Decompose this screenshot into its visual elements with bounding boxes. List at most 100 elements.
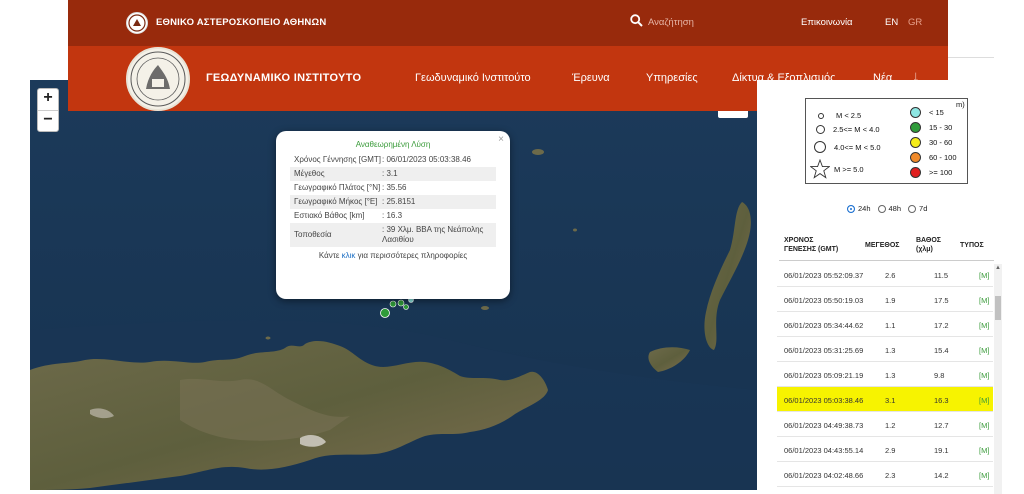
depth-color-icon — [910, 167, 921, 178]
contact-link[interactable]: Επικοινωνία — [801, 17, 853, 28]
legend-depth-5: >= 100 — [910, 167, 952, 178]
cell-time: 06/01/2023 05:31:25.69 — [784, 346, 864, 355]
header-depth[interactable]: ΒΑΘΟΣ (χλμ) — [916, 236, 941, 254]
time-range-filter: 24h 48h 7d — [847, 204, 927, 213]
table-row[interactable]: 06/01/2023 05:50:19.03 1.9 17.5 [M] — [777, 287, 993, 312]
search-icon[interactable] — [630, 14, 643, 32]
more-info-link[interactable]: κλικ — [342, 251, 356, 260]
header-magnitude[interactable]: ΜΕΓΕΘΟΣ — [865, 241, 899, 250]
cell-depth: 17.5 — [934, 296, 949, 305]
legend-mag-label: 2.5<= M < 4.0 — [833, 125, 880, 134]
popup-title: Αναθεωρημένη Λύση — [355, 140, 431, 149]
zoom-in-button[interactable]: + — [38, 89, 58, 110]
cell-depth: 14.2 — [934, 471, 949, 480]
cell-magnitude: 1.3 — [885, 371, 896, 380]
table-row[interactable]: 06/01/2023 05:34:44.62 1.1 17.2 [M] — [777, 312, 993, 337]
table-row[interactable]: 06/01/2023 04:02:48.66 2.3 14.2 [M] — [777, 462, 993, 487]
legend-mag-label: 4.0<= M < 5.0 — [834, 142, 881, 152]
legend-depth-label: < 15 — [929, 108, 944, 117]
cell-type: [M] — [979, 421, 990, 430]
institute-name[interactable]: ΓΕΩΔΥΝΑΜΙΚΟ ΙΝΣΤΙΤΟΥΤΟ — [206, 72, 361, 84]
cell-time: 06/01/2023 05:52:09.37 — [784, 271, 864, 280]
zoom-out-button[interactable]: − — [38, 110, 58, 131]
earthquake-list: 06/01/2023 05:52:09.37 2.6 11.5 [M] 06/01/2… — [777, 262, 993, 494]
popup-footer-prefix: Κάντε — [318, 251, 342, 260]
legend-corner-label: m) — [956, 100, 965, 109]
cell-magnitude: 3.1 — [885, 396, 896, 405]
popup-value: : 39 Χλμ. ΒΒΑ της Νεάπολης Λασιθίου — [382, 225, 484, 244]
cell-magnitude: 1.3 — [885, 346, 896, 355]
page: + − × Αναθεωρημένη Λύση Χρόνος Γέννησης … — [0, 0, 1024, 494]
circle-small-icon — [818, 112, 824, 119]
cell-type: [M] — [979, 371, 990, 380]
header-origin-time[interactable]: ΧΡΟΝΟΣ ΓΕΝΕΣΗΣ (GMT) — [784, 236, 838, 254]
popup-row-depth: Εστιακό Βάθος [km] : 16.3 — [290, 209, 496, 223]
circle-large-icon — [814, 141, 826, 153]
legend-mag-small: M < 2.5 — [818, 111, 861, 120]
cell-depth: 16.3 — [934, 396, 949, 405]
circle-medium-icon — [816, 125, 825, 134]
institute-seal[interactable] — [126, 47, 190, 111]
cell-time: 06/01/2023 05:50:19.03 — [784, 296, 864, 305]
search-input[interactable]: Αναζήτηση — [648, 17, 694, 28]
cell-time: 06/01/2023 04:43:55.14 — [784, 446, 864, 455]
scroll-up-icon[interactable]: ▲ — [995, 265, 1001, 271]
nav-research[interactable]: Έρευνα — [572, 72, 610, 84]
popup-value: : 06/01/2023 05:03:38.46 — [382, 155, 471, 164]
cell-depth: 17.2 — [934, 321, 949, 330]
cell-type: [M] — [979, 346, 990, 355]
radio-48h[interactable] — [877, 204, 886, 213]
table-row[interactable]: 06/01/2023 04:49:38.73 1.2 12.7 [M] — [777, 412, 993, 437]
cell-time: 06/01/2023 05:03:38.46 — [784, 396, 864, 405]
header-text: ΓΕΝΕΣΗΣ (GMT) — [784, 246, 839, 253]
legend-depth-label: 60 - 100 — [929, 153, 957, 162]
legend-depth-label: 15 - 30 — [929, 123, 953, 132]
header-text: (χλμ) — [916, 246, 933, 253]
legend-mag-label: M < 2.5 — [836, 111, 862, 120]
cell-magnitude: 2.6 — [885, 271, 896, 280]
cell-magnitude: 2.3 — [885, 471, 896, 480]
popup-row-magnitude: Μέγεθος : 3.1 — [290, 167, 496, 181]
header-text: ΒΑΘΟΣ — [916, 237, 942, 244]
cell-depth: 19.1 — [934, 446, 949, 455]
legend-depth-label: >= 100 — [929, 168, 953, 177]
lang-gr-link[interactable]: GR — [908, 17, 922, 28]
table-row[interactable]: 06/01/2023 05:09:21.19 1.3 9.8 [M] — [777, 362, 993, 387]
popup-key: Γεωγραφικό Μήκος [°E] — [294, 197, 378, 206]
observatory-name[interactable]: ΕΘΝΙΚΟ ΑΣΤΕΡΟΣΚΟΠΕΙΟ ΑΘΗΝΩΝ — [156, 17, 326, 28]
institute-seal-icon — [130, 51, 186, 107]
popup-footer: Κάντε κλικ για περισσότερες πληροφορίες — [290, 251, 496, 260]
cell-depth: 11.5 — [934, 271, 949, 280]
popup-key: Μέγεθος — [294, 169, 325, 178]
popup-close-icon[interactable]: × — [498, 134, 504, 145]
header-type[interactable]: ΤΥΠΟΣ — [960, 241, 984, 250]
legend-depth-4: 60 - 100 — [910, 152, 957, 163]
star-icon — [810, 159, 830, 179]
legend-depth-3: 30 - 60 — [910, 137, 952, 148]
table-row[interactable]: 06/01/2023 05:31:25.69 1.3 15.4 [M] — [777, 337, 993, 362]
depth-color-icon — [910, 137, 921, 148]
lang-en-link[interactable]: EN — [885, 17, 898, 28]
header-text: ΧΡΟΝΟΣ — [784, 237, 814, 244]
cell-time: 06/01/2023 05:09:21.19 — [784, 371, 864, 380]
table-row[interactable]: 06/01/2023 04:43:55.14 2.9 19.1 [M] — [777, 437, 993, 462]
popup-key: Χρόνος Γέννησης [GMT] — [294, 155, 381, 164]
depth-color-icon — [910, 107, 921, 118]
observatory-logo[interactable] — [126, 12, 148, 34]
scrollbar-thumb[interactable] — [995, 296, 1001, 320]
radio-label: 7d — [919, 204, 928, 213]
radio-7d[interactable] — [908, 204, 917, 213]
table-row[interactable]: 06/01/2023 05:52:09.37 2.6 11.5 [M] — [777, 262, 993, 287]
radio-24h[interactable] — [847, 204, 855, 213]
popup-row-location: Τοποθεσία : 39 Χλμ. ΒΒΑ της Νεάπολης Λασ… — [290, 223, 496, 247]
popup-row-origin-time: Χρόνος Γέννησης [GMT] : 06/01/2023 05:03… — [290, 153, 496, 167]
cell-depth: 9.8 — [934, 371, 945, 380]
radio-label: 48h — [888, 204, 902, 213]
nav-services[interactable]: Υπηρεσίες — [646, 72, 698, 84]
popup-value: : 35.56 — [382, 183, 407, 192]
nav-geodynamic-institute[interactable]: Γεωδυναμικό Ινστιτούτο — [415, 72, 531, 84]
legend-depth-label: 30 - 60 — [929, 138, 953, 147]
popup-value: : 3.1 — [382, 169, 398, 178]
table-divider — [779, 260, 994, 261]
table-row-selected[interactable]: 06/01/2023 05:03:38.46 3.1 16.3 [M] — [777, 387, 993, 412]
